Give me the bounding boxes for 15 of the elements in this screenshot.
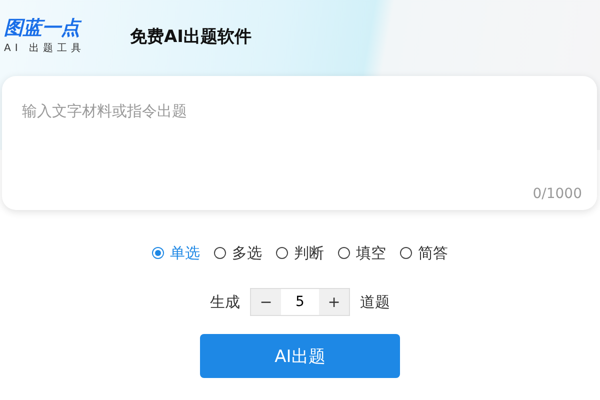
increment-button[interactable]: + xyxy=(319,288,350,316)
generate-button[interactable]: AI出题 xyxy=(200,334,400,378)
decrement-button[interactable]: − xyxy=(250,288,281,316)
question-type-radio[interactable]: 单选 xyxy=(152,244,200,262)
page-title: 免费AI出题软件 xyxy=(130,26,252,48)
question-type-radio[interactable]: 简答 xyxy=(400,244,448,262)
question-type-radio[interactable]: 多选 xyxy=(214,244,262,262)
question-type-radio[interactable]: 填空 xyxy=(338,244,386,262)
logo-wordmark: 图蓝一点 xyxy=(4,17,83,39)
count-input-field[interactable]: 5 xyxy=(281,288,319,316)
questions-label: 道题 xyxy=(360,292,390,312)
question-type-radio[interactable]: 判断 xyxy=(276,244,324,262)
generate-label: 生成 xyxy=(210,292,240,312)
logo-tagline: AI 出题工具 xyxy=(4,42,86,55)
character-counter: 0/1000 xyxy=(532,186,582,202)
